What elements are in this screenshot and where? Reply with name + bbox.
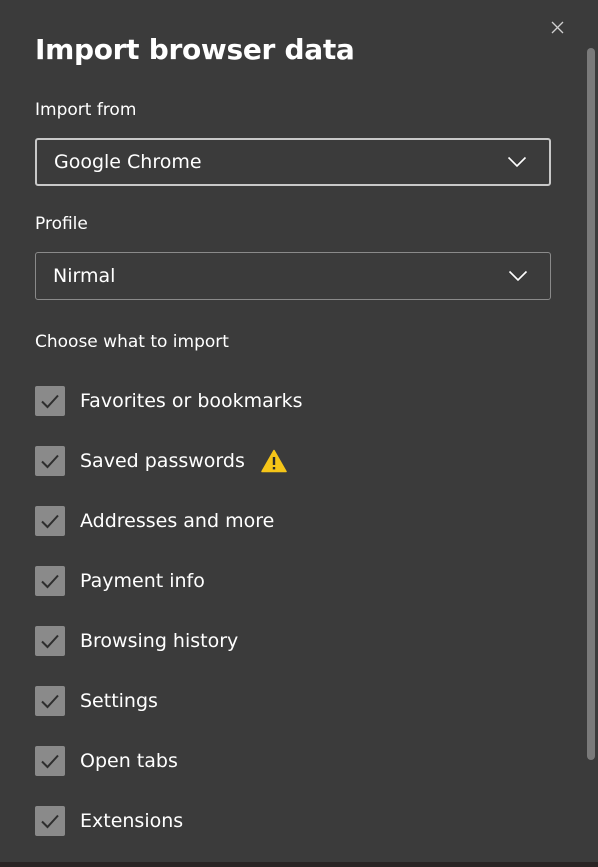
checkbox-label: Settings	[80, 690, 158, 712]
import-browser-data-dialog: Import browser data Import from Google C…	[0, 0, 598, 862]
checkbox-box[interactable]	[35, 686, 65, 716]
checkbox-payment-info[interactable]: Payment info	[35, 566, 535, 596]
warning-icon[interactable]	[261, 449, 287, 473]
checkbox-addresses[interactable]: Addresses and more	[35, 506, 535, 536]
checkmark-icon	[41, 694, 59, 709]
checkbox-label: Favorites or bookmarks	[80, 390, 303, 412]
window-edge	[0, 862, 598, 867]
checkbox-label: Saved passwords	[80, 450, 245, 472]
checkbox-box[interactable]	[35, 566, 65, 596]
checkbox-box[interactable]	[35, 806, 65, 836]
checkmark-icon	[41, 814, 59, 829]
checkmark-icon	[41, 394, 59, 409]
checkbox-box[interactable]	[35, 386, 65, 416]
checkbox-saved-passwords[interactable]: Saved passwords	[35, 446, 535, 476]
checkmark-icon	[41, 574, 59, 589]
import-from-dropdown[interactable]: Google Chrome	[35, 138, 551, 186]
profile-value: Nirmal	[53, 265, 116, 287]
checkmark-icon	[41, 514, 59, 529]
checkmark-icon	[41, 454, 59, 469]
import-from-value: Google Chrome	[54, 151, 202, 173]
dialog-title: Import browser data	[35, 33, 355, 66]
checkbox-label: Open tabs	[80, 750, 178, 772]
profile-label: Profile	[35, 214, 88, 234]
chevron-down-icon	[508, 270, 528, 282]
checkbox-settings[interactable]: Settings	[35, 686, 535, 716]
import-from-label: Import from	[35, 100, 137, 120]
checkbox-open-tabs[interactable]: Open tabs	[35, 746, 535, 776]
checkbox-browsing-history[interactable]: Browsing history	[35, 626, 535, 656]
checkbox-extensions[interactable]: Extensions	[35, 806, 535, 836]
profile-dropdown[interactable]: Nirmal	[35, 252, 551, 300]
checkbox-label: Extensions	[80, 810, 184, 832]
checkbox-box[interactable]	[35, 626, 65, 656]
checkmark-icon	[41, 634, 59, 649]
checkbox-label: Payment info	[80, 570, 205, 592]
checkbox-favorites-bookmarks[interactable]: Favorites or bookmarks	[35, 386, 535, 416]
close-icon	[551, 21, 563, 33]
checkbox-box[interactable]	[35, 746, 65, 776]
checkbox-box[interactable]	[35, 446, 65, 476]
close-button[interactable]	[547, 17, 567, 37]
checkbox-box[interactable]	[35, 506, 65, 536]
checkmark-icon	[41, 754, 59, 769]
checkbox-label: Browsing history	[80, 630, 239, 652]
scrollbar-thumb[interactable]	[587, 48, 595, 760]
checkbox-label: Addresses and more	[80, 510, 275, 532]
chevron-down-icon	[507, 156, 527, 168]
choose-what-to-import-label: Choose what to import	[35, 332, 229, 352]
